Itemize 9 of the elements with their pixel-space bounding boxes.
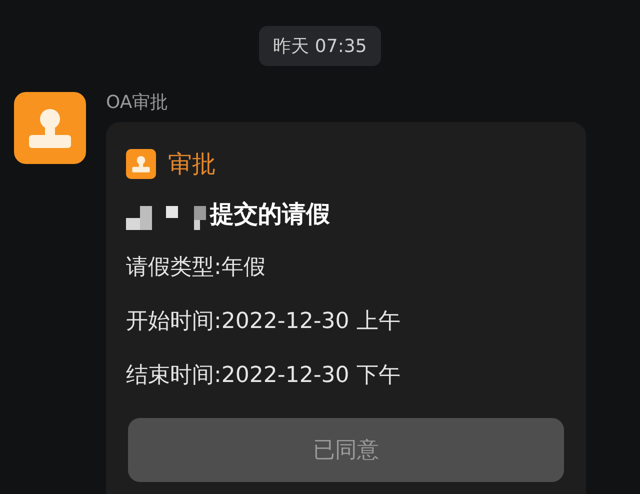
app-name: 审批 bbox=[168, 149, 216, 180]
sender-name: OA审批 bbox=[106, 91, 170, 114]
field-line: 请假类型:年假 bbox=[126, 254, 266, 282]
app-icon bbox=[126, 149, 156, 179]
field-line: 开始时间:2022-12-30 上午 bbox=[126, 308, 402, 336]
request-title: 提交的请假 bbox=[210, 199, 330, 230]
avatar-icon bbox=[14, 92, 86, 164]
timestamp: 昨天 07:35 bbox=[259, 26, 381, 66]
field-line: 结束时间:2022-12-30 下午 bbox=[126, 362, 402, 390]
